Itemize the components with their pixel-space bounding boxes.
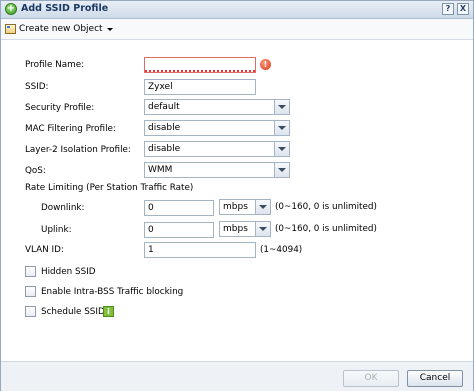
dialog-footer: OK Cancel [1, 361, 473, 391]
qos-value: WMM [148, 165, 173, 175]
form-content: Profile Name: ! SSID: Zyxel Security Pro… [1, 40, 473, 360]
cancel-button[interactable]: Cancel [407, 370, 463, 387]
chevron-down-icon[interactable] [255, 200, 270, 214]
vlan-hint: (1~4094) [260, 245, 303, 255]
downlink-label: Downlink: [41, 203, 85, 213]
uplink-label: Uplink: [41, 225, 72, 235]
downlink-input[interactable]: 0 [144, 200, 214, 216]
intra-bss-label: Enable Intra-BSS Traffic blocking [41, 287, 184, 297]
profile-name-input[interactable] [144, 57, 256, 73]
l2-isolation-value: disable [148, 144, 181, 154]
security-profile-value: default [148, 102, 180, 112]
downlink-hint: (0~160, 0 is unlimited) [275, 202, 377, 212]
add-icon: + [5, 3, 17, 15]
l2-isolation-select[interactable]: disable [144, 141, 290, 157]
hidden-ssid-label: Hidden SSID [41, 267, 96, 277]
chevron-down-icon[interactable] [274, 142, 289, 156]
ok-button[interactable]: OK [343, 370, 399, 387]
create-new-object-menu[interactable]: Create new Object [5, 22, 113, 36]
info-icon[interactable]: i [103, 306, 114, 317]
toolbar: Create new Object [1, 19, 473, 40]
hidden-ssid-checkbox[interactable] [25, 266, 36, 277]
vlan-input[interactable]: 1 [144, 242, 256, 258]
dialog-title: Add SSID Profile [21, 3, 109, 14]
error-icon: ! [260, 59, 271, 70]
mac-filtering-select[interactable]: disable [144, 120, 290, 136]
qos-label: QoS: [25, 166, 46, 176]
mac-filtering-value: disable [148, 123, 181, 133]
create-new-object-label: Create new Object [19, 24, 103, 34]
schedule-ssid-checkbox[interactable] [25, 306, 36, 317]
uplink-unit-value: mbps [223, 224, 248, 234]
qos-select[interactable]: WMM [144, 162, 290, 178]
ssid-input[interactable]: Zyxel [144, 79, 256, 95]
chevron-down-icon[interactable] [255, 222, 270, 236]
mac-filtering-label: MAC Filtering Profile: [25, 124, 116, 134]
chevron-down-icon [106, 27, 113, 31]
ssid-label: SSID: [25, 82, 49, 92]
chevron-down-icon[interactable] [274, 121, 289, 135]
new-object-icon [5, 24, 16, 34]
intra-bss-checkbox[interactable] [25, 286, 36, 297]
help-button[interactable]: ? [442, 3, 454, 15]
chevron-down-icon[interactable] [274, 100, 289, 114]
close-button[interactable]: X [457, 3, 469, 15]
uplink-input[interactable]: 0 [144, 222, 214, 238]
uplink-unit-select[interactable]: mbps [219, 221, 271, 237]
security-profile-label: Security Profile: [25, 103, 95, 113]
dialog-titlebar: + Add SSID Profile ? X [1, 1, 473, 19]
rate-limiting-label: Rate Limiting (Per Station Traffic Rate) [25, 183, 194, 193]
security-profile-select[interactable]: default [144, 99, 290, 115]
schedule-ssid-label: Schedule SSID [41, 307, 105, 317]
downlink-unit-value: mbps [223, 202, 248, 212]
l2-isolation-label: Layer-2 Isolation Profile: [25, 145, 131, 155]
vlan-label: VLAN ID: [25, 245, 64, 255]
add-ssid-profile-dialog: + Add SSID Profile ? X Create new Object… [0, 0, 474, 391]
downlink-unit-select[interactable]: mbps [219, 199, 271, 215]
profile-name-label: Profile Name: [25, 60, 85, 70]
uplink-hint: (0~160, 0 is unlimited) [275, 224, 377, 234]
chevron-down-icon[interactable] [274, 163, 289, 177]
